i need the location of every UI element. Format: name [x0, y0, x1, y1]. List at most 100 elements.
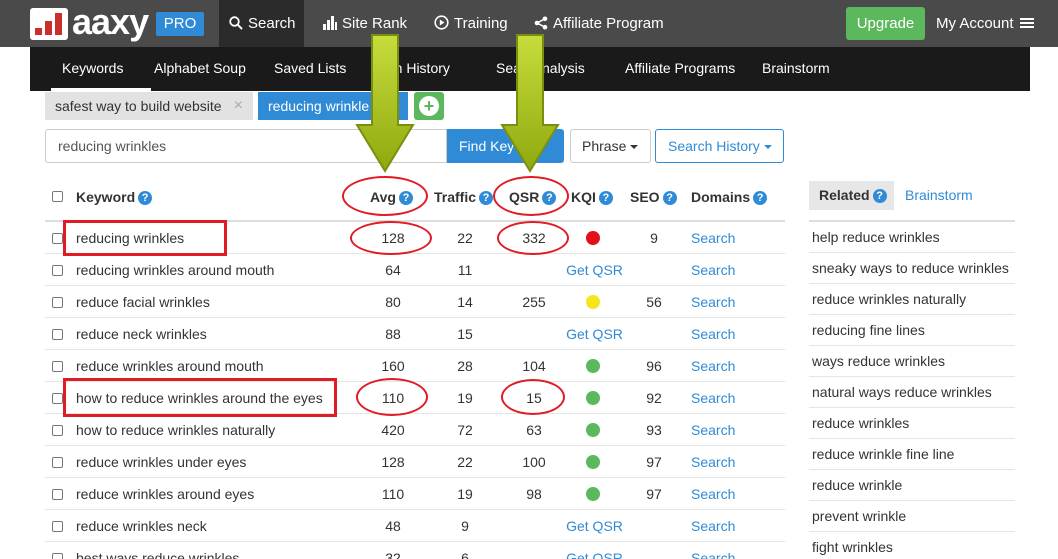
domains-search-link[interactable]: Search — [691, 222, 735, 254]
table-row: how to reduce wrinkles naturally 420 72 63 9… — [45, 414, 785, 446]
related-keyword-item[interactable]: reducing fine lines — [809, 315, 1015, 346]
col-kqi-header[interactable]: KQI? — [571, 187, 613, 207]
related-keyword-item[interactable]: prevent wrinkle — [809, 501, 1015, 532]
related-keyword-item[interactable]: reduce wrinkle — [809, 470, 1015, 501]
domains-search-link[interactable]: Search — [691, 414, 735, 446]
keyword-cell[interactable]: reduce wrinkles neck — [76, 510, 207, 542]
get-qsr-link[interactable]: Get QSR — [557, 510, 632, 542]
col-keyword-header[interactable]: Keyword? — [76, 187, 153, 207]
col-seo-header[interactable]: SEO? — [630, 187, 677, 207]
col-traffic-header[interactable]: Traffic? — [434, 187, 494, 207]
subnav-affiliate-programs[interactable]: Affiliate Programs — [625, 47, 735, 91]
domains-search-link[interactable]: Search — [691, 446, 735, 478]
bar-chart-icon — [323, 16, 337, 30]
kqi-yellow-indicator — [586, 295, 600, 309]
domains-search-link[interactable]: Search — [691, 286, 735, 318]
qsr-cell: 98 — [526, 486, 542, 502]
related-keyword-item[interactable]: sneaky ways to reduce wrinkles — [809, 253, 1015, 284]
related-tab[interactable]: Related? — [809, 181, 894, 210]
avg-cell: 420 — [381, 422, 405, 438]
row-checkbox[interactable] — [52, 489, 63, 500]
row-checkbox[interactable] — [52, 265, 63, 276]
domains-search-link[interactable]: Search — [691, 254, 735, 286]
domains-search-link[interactable]: Search — [691, 478, 735, 510]
avg-cell: 128 — [381, 454, 405, 470]
traffic-cell: 22 — [457, 454, 473, 470]
help-icon[interactable]: ? — [753, 191, 768, 205]
help-icon[interactable]: ? — [872, 189, 887, 203]
subnav-keywords[interactable]: Keywords — [51, 47, 151, 91]
annotation-circle-avg-header — [342, 176, 428, 216]
brainstorm-tab[interactable]: Brainstorm — [905, 181, 973, 210]
table-row: reduce wrinkles neck 48 9 Get QSR Search — [45, 510, 785, 542]
keyword-cell[interactable]: reduce facial wrinkles — [76, 286, 210, 318]
help-icon[interactable]: ? — [598, 191, 613, 205]
related-keyword-item[interactable]: reduce wrinkles — [809, 408, 1015, 439]
row-checkbox[interactable] — [52, 361, 63, 372]
keyword-cell[interactable]: reduce wrinkles around eyes — [76, 478, 254, 510]
search-tab-label: reducing wrinkle — [268, 98, 370, 114]
subnav-alphabet-soup[interactable]: Alphabet Soup — [154, 47, 246, 91]
phrase-dropdown-label: Phrase — [582, 138, 627, 154]
get-qsr-link[interactable]: Get QSR — [557, 318, 632, 350]
traffic-cell: 14 — [457, 294, 473, 310]
table-row: reduce wrinkles around eyes 110 19 98 97 Sear… — [45, 478, 785, 510]
nav-search[interactable]: Search — [219, 0, 304, 47]
keyword-cell[interactable]: reduce neck wrinkles — [76, 318, 207, 350]
related-keyword-item[interactable]: reduce wrinkles naturally — [809, 284, 1015, 315]
domains-search-link[interactable]: Search — [691, 382, 735, 414]
traffic-cell: 11 — [457, 262, 473, 278]
upgrade-button[interactable]: Upgrade — [846, 7, 925, 40]
row-checkbox[interactable] — [52, 297, 63, 308]
subnav-brainstorm[interactable]: Brainstorm — [762, 47, 830, 91]
search-tab-safest-way[interactable]: safest way to build website × — [45, 92, 253, 120]
related-keyword-item[interactable]: natural ways reduce wrinkles — [809, 377, 1015, 408]
annotation-box-row6-keyword — [63, 378, 337, 417]
row-checkbox[interactable] — [52, 457, 63, 468]
help-icon[interactable]: ? — [479, 191, 494, 205]
get-qsr-link[interactable]: Get QSR — [557, 254, 632, 286]
help-icon[interactable]: ? — [662, 191, 677, 205]
avg-cell: 80 — [385, 294, 401, 310]
domains-search-link[interactable]: Search — [691, 542, 735, 559]
add-search-tab-button[interactable]: + — [414, 92, 444, 120]
subnav-saved-lists[interactable]: Saved Lists — [274, 47, 346, 91]
row-checkbox[interactable] — [52, 553, 63, 559]
qsr-cell: 255 — [522, 294, 546, 310]
domains-search-link[interactable]: Search — [691, 318, 735, 350]
nav-training-label: Training — [454, 15, 508, 32]
my-account-label: My Account — [936, 15, 1014, 32]
row-checkbox[interactable] — [52, 329, 63, 340]
phrase-dropdown[interactable]: Phrase — [570, 129, 651, 163]
close-icon[interactable]: × — [234, 92, 243, 120]
related-keyword-item[interactable]: fight wrinkles — [809, 532, 1015, 559]
keyword-cell[interactable]: reduce wrinkles under eyes — [76, 446, 246, 478]
get-qsr-link[interactable]: Get QSR — [557, 542, 632, 559]
related-keyword-item[interactable]: ways reduce wrinkles — [809, 346, 1015, 377]
my-account-menu[interactable]: My Account — [936, 0, 1034, 47]
wealthy-affiliate-logo-icon[interactable] — [30, 8, 68, 40]
row-checkbox[interactable] — [52, 521, 63, 532]
row-checkbox[interactable] — [52, 425, 63, 436]
search-history-label: Search History — [668, 138, 760, 154]
table-row: reduce neck wrinkles 88 15 Get QSR Search — [45, 318, 785, 350]
logo-text[interactable]: aaxy — [72, 2, 149, 42]
keyword-cell[interactable]: how to reduce wrinkles naturally — [76, 414, 275, 446]
seo-cell: 96 — [646, 358, 662, 374]
related-keyword-item[interactable]: help reduce wrinkles — [809, 222, 1015, 253]
col-domains-header[interactable]: Domains? — [691, 187, 768, 207]
nav-site-rank-label: Site Rank — [342, 15, 408, 32]
row-checkbox[interactable] — [52, 393, 63, 404]
keyword-cell[interactable]: reducing wrinkles around mouth — [76, 254, 274, 286]
keyword-cell[interactable]: best ways reduce wrinkles — [76, 542, 239, 559]
row-checkbox[interactable] — [52, 233, 63, 244]
share-icon — [534, 16, 548, 30]
related-keyword-item[interactable]: reduce wrinkle fine line — [809, 439, 1015, 470]
search-history-dropdown[interactable]: Search History — [655, 129, 784, 163]
traffic-cell: 22 — [457, 230, 473, 246]
help-icon[interactable]: ? — [138, 191, 153, 205]
select-all-checkbox[interactable] — [52, 191, 63, 202]
domains-search-link[interactable]: Search — [691, 350, 735, 382]
table-row: reduce facial wrinkles 80 14 255 56 Search — [45, 286, 785, 318]
domains-search-link[interactable]: Search — [691, 510, 735, 542]
